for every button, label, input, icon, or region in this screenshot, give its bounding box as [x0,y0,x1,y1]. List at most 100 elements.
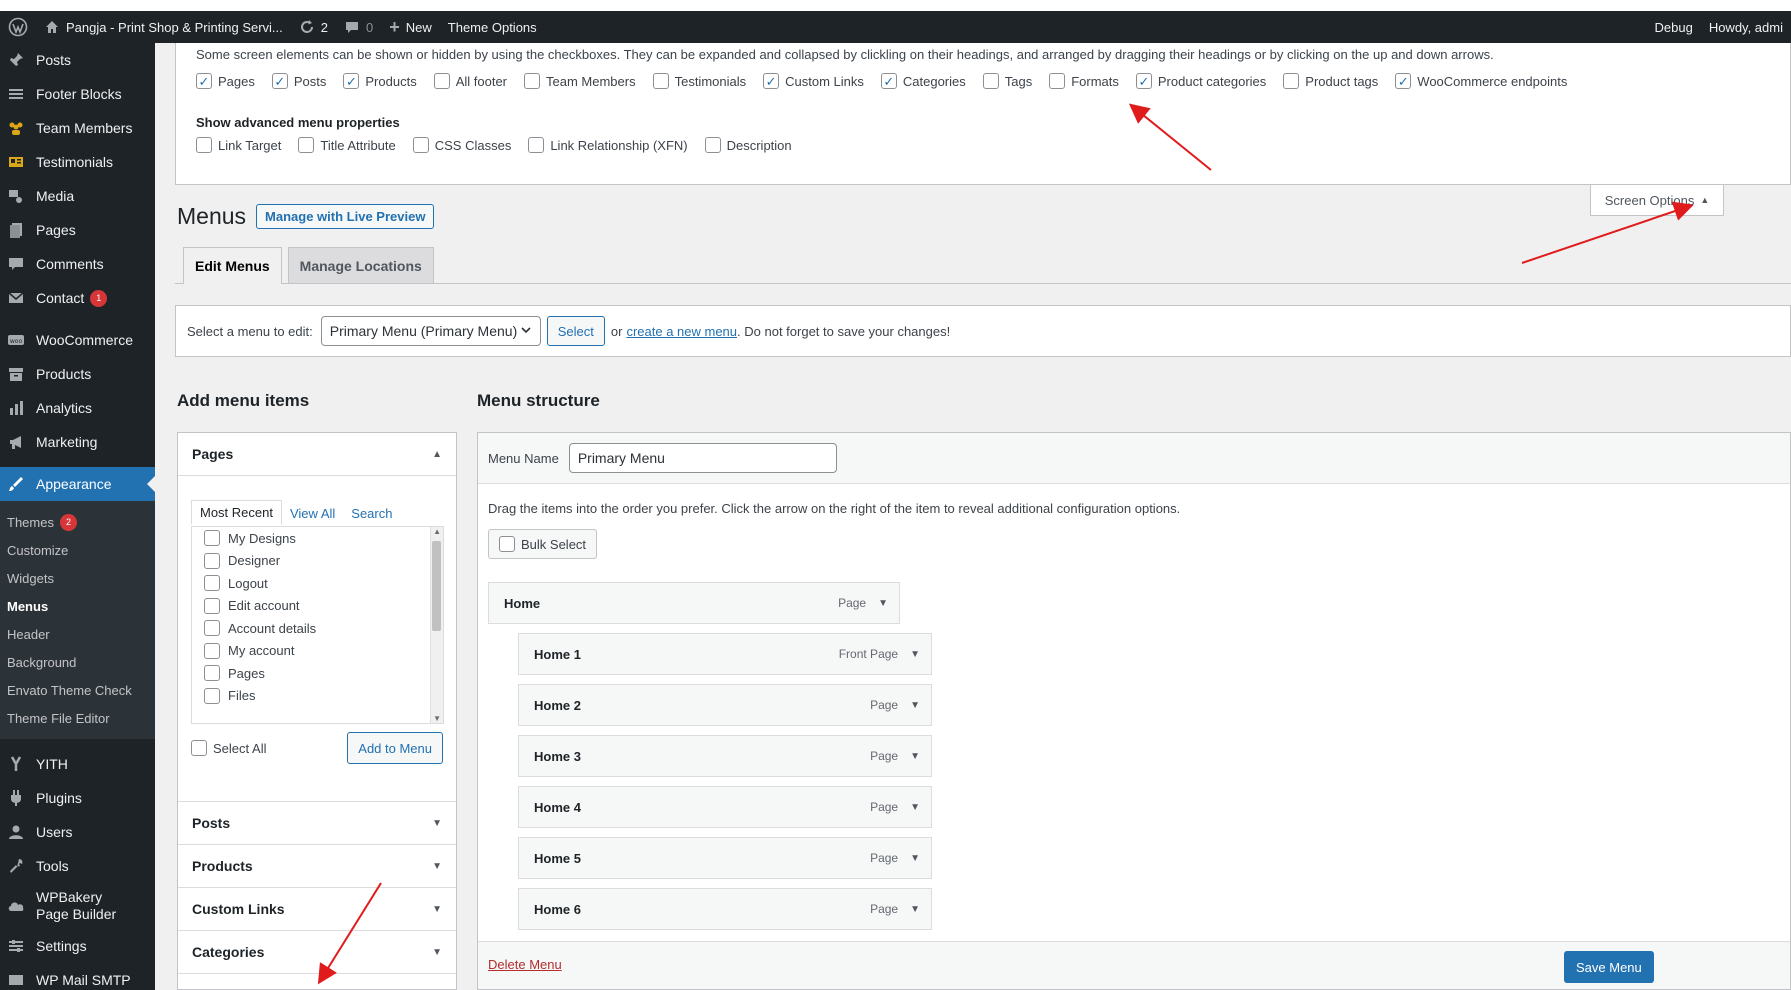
screen-option-testimonials[interactable]: Testimonials [652,73,746,89]
live-preview-button[interactable]: Manage with Live Preview [256,204,435,229]
sidebar-item-analytics[interactable]: Analytics [0,391,155,425]
page-item-checkbox[interactable] [204,665,220,682]
page-list-item[interactable]: Designer [192,550,443,573]
select-all-pages[interactable]: Select All [191,740,266,756]
page-list-item[interactable]: Pages [192,662,443,685]
menu-item-toggle-icon[interactable]: ▼ [910,700,920,711]
submenu-header[interactable]: Header [0,620,155,648]
submenu-themes[interactable]: Themes 2 [0,508,155,536]
menu-item-bar[interactable]: Home 3 Page ▼ [518,735,932,777]
page-list-item[interactable]: Logout [192,572,443,595]
submenu-menus[interactable]: Menus [0,592,155,620]
advanced-option-title-attribute[interactable]: Title Attribute [298,137,396,153]
advanced-option-checkbox-link-relationship-xfn[interactable] [528,137,545,153]
page-item-checkbox[interactable] [204,642,220,659]
advanced-option-description[interactable]: Description [704,137,792,153]
sidebar-item-appearance[interactable]: Appearance [0,467,155,501]
advanced-option-checkbox-link-target[interactable] [196,137,212,153]
tab-search[interactable]: Search [343,502,400,525]
page-list-item[interactable]: My account [192,640,443,663]
page-item-checkbox[interactable] [204,620,220,637]
delete-menu-link[interactable]: Delete Menu [488,957,562,972]
screen-option-checkbox-woocommerce-endpoints[interactable]: ✓ [1395,73,1412,89]
sidebar-item-tools[interactable]: Tools [0,849,155,883]
sidebar-item-settings[interactable]: Settings [0,929,155,963]
screen-option-checkbox-products[interactable]: ✓ [343,73,360,89]
advanced-option-css-classes[interactable]: CSS Classes [412,137,511,153]
pages-scrollbar[interactable]: ▲ ▼ [430,527,443,723]
accordion-custom-links[interactable]: Custom Links ▼ [178,888,456,931]
screen-options-toggle[interactable]: Screen Options ▲ [1590,185,1724,216]
sidebar-item-users[interactable]: Users [0,815,155,849]
sidebar-item-marketing[interactable]: Marketing [0,425,155,459]
tab-edit-menus[interactable]: Edit Menus [183,247,282,284]
screen-option-checkbox-product-tags[interactable] [1283,73,1300,89]
menu-item-bar[interactable]: Home Page ▼ [488,582,900,624]
screen-option-custom-links[interactable]: ✓ Custom Links [763,73,864,89]
screen-option-checkbox-categories[interactable]: ✓ [880,73,897,89]
site-name[interactable]: Pangja - Print Shop & Printing Servi... [36,11,291,43]
screen-option-checkbox-product-categories[interactable]: ✓ [1135,73,1152,89]
page-item-checkbox[interactable] [204,575,220,592]
create-new-menu-link[interactable]: create a new menu [626,324,737,339]
screen-option-products[interactable]: ✓ Products [343,73,417,89]
menu-item-toggle-icon[interactable]: ▼ [910,802,920,813]
page-item-checkbox[interactable] [204,530,220,547]
sidebar-item-pages[interactable]: Pages [0,213,155,247]
sidebar-item-posts[interactable]: Posts [0,43,155,77]
screen-option-checkbox-tags[interactable] [982,73,999,89]
screen-option-woocommerce-endpoints[interactable]: ✓ WooCommerce endpoints [1395,73,1567,89]
page-list-item[interactable]: My Designs [192,527,443,550]
page-item-checkbox[interactable] [204,687,220,704]
scroll-up-icon[interactable]: ▲ [433,527,441,536]
sidebar-item-wp-mail-smtp[interactable]: WP Mail SMTP [0,963,155,990]
howdy-account[interactable]: Howdy, admi [1701,11,1791,43]
save-menu-button[interactable]: Save Menu [1564,951,1654,983]
screen-option-all-footer[interactable]: All footer [433,73,507,89]
bulk-select-checkbox[interactable] [499,536,515,552]
menu-item-bar[interactable]: Home 6 Page ▼ [518,888,932,930]
page-list-item[interactable]: Files [192,685,443,708]
menu-item-bar[interactable]: Home 4 Page ▼ [518,786,932,828]
select-menu-button[interactable]: Select [546,316,605,346]
page-item-checkbox[interactable] [204,597,220,614]
menu-item-toggle-icon[interactable]: ▼ [910,853,920,864]
menu-item-bar[interactable]: Home 2 Page ▼ [518,684,932,726]
submenu-widgets[interactable]: Widgets [0,564,155,592]
advanced-option-checkbox-title-attribute[interactable] [298,137,315,153]
screen-option-product-tags[interactable]: Product tags [1283,73,1378,89]
sidebar-item-media[interactable]: Media [0,179,155,213]
sidebar-item-woocommerce[interactable]: woo WooCommerce [0,323,155,357]
wp-logo[interactable] [0,11,36,43]
advanced-option-link-target[interactable]: Link Target [196,137,281,153]
sidebar-item-wpbakery[interactable]: WPBakery Page Builder [0,883,155,929]
menu-item-toggle-icon[interactable]: ▼ [910,904,920,915]
screen-option-checkbox-testimonials[interactable] [652,73,669,89]
sidebar-item-yith[interactable]: YITH [0,747,155,781]
sidebar-item-plugins[interactable]: Plugins [0,781,155,815]
menu-item-toggle-icon[interactable]: ▼ [910,649,920,660]
submenu-background[interactable]: Background [0,648,155,676]
accordion-pages[interactable]: Pages ▲ [178,433,456,476]
tab-manage-locations[interactable]: Manage Locations [287,247,434,283]
page-item-checkbox[interactable] [204,552,220,569]
screen-option-categories[interactable]: ✓ Categories [880,73,966,89]
comments[interactable]: 0 [336,11,381,43]
sidebar-item-testimonials[interactable]: Testimonials [0,145,155,179]
scroll-down-icon[interactable]: ▼ [433,714,441,723]
advanced-option-checkbox-css-classes[interactable] [412,137,429,153]
screen-option-checkbox-team-members[interactable] [524,73,541,89]
menu-item-toggle-icon[interactable]: ▼ [910,751,920,762]
scroll-thumb[interactable] [432,541,441,631]
screen-option-checkbox-all-footer[interactable] [433,73,450,89]
screen-option-checkbox-custom-links[interactable]: ✓ [763,73,780,89]
screen-option-checkbox-formats[interactable] [1049,73,1066,89]
menu-item-bar[interactable]: Home 5 Page ▼ [518,837,932,879]
screen-option-formats[interactable]: Formats [1049,73,1119,89]
sidebar-item-products[interactable]: Products [0,357,155,391]
select-all-checkbox[interactable] [191,740,207,756]
advanced-option-checkbox-description[interactable] [704,137,721,153]
screen-option-team-members[interactable]: Team Members [524,73,636,89]
tab-most-recent[interactable]: Most Recent [191,500,282,525]
screen-option-posts[interactable]: ✓ Posts [271,73,326,89]
